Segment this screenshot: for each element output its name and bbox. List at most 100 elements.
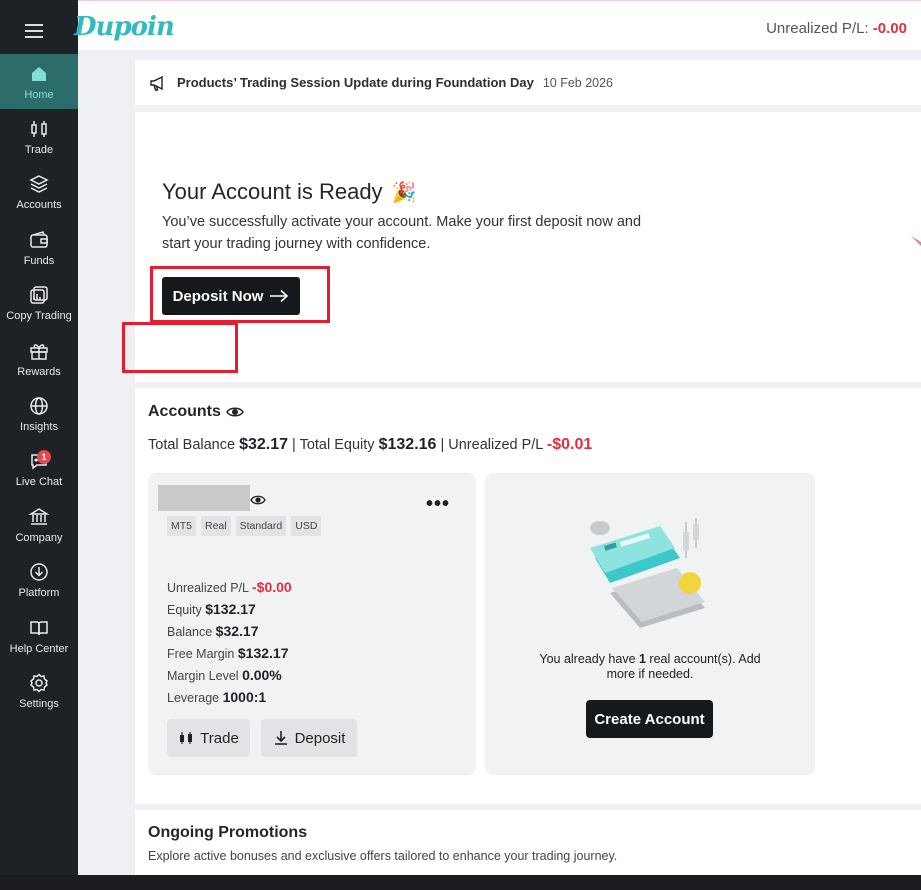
sidebar-item-label: Live Chat bbox=[15, 476, 63, 489]
gear-icon bbox=[30, 673, 48, 693]
account-ready-card: Your Account is Ready 🎉 You’ve successfu… bbox=[135, 112, 921, 382]
metric-label: Leverage bbox=[167, 691, 220, 705]
total-equity-value: $132.16 bbox=[378, 436, 437, 453]
create-account-button[interactable]: Create Account bbox=[586, 700, 713, 738]
metric-label: Margin Level bbox=[167, 669, 239, 683]
sidebar-item-insights[interactable]: Insights bbox=[0, 386, 78, 441]
sidebar-item-label: Company bbox=[15, 531, 63, 544]
accounts-title: Accounts bbox=[148, 403, 221, 420]
ready-heading: Your Account is Ready 🎉 bbox=[162, 179, 416, 205]
tag-plan: Standard bbox=[235, 516, 287, 536]
sidebar-item-label: Trade bbox=[24, 144, 54, 157]
highlight-outline bbox=[122, 322, 238, 373]
accounts-heading: Accounts bbox=[148, 403, 244, 421]
deposit-now-label: Deposit Now bbox=[172, 287, 264, 305]
account-tags: MT5 Real Standard USD bbox=[167, 516, 322, 536]
party-popper-icon: 🎉 bbox=[391, 181, 417, 204]
metric-unrealized: Unrealized P/L -$0.00 bbox=[167, 577, 292, 599]
metric-leverage: Leverage 1000:1 bbox=[167, 687, 292, 709]
more-options-icon[interactable]: ••• bbox=[426, 493, 450, 516]
download-icon bbox=[274, 731, 287, 745]
sidebar-item-label: Accounts bbox=[16, 199, 62, 212]
header-unrealized-pl: Unrealized P/L: -0.00 bbox=[766, 20, 907, 37]
account-card: ••• MT5 Real Standard USD Unrealized P/L… bbox=[148, 473, 476, 775]
sidebar-item-company[interactable]: Company bbox=[0, 497, 78, 552]
top-bar: Dupoin Unrealized P/L: -0.00 bbox=[74, 4, 921, 50]
metric-value: -$0.00 bbox=[252, 579, 292, 595]
sidebar-item-funds[interactable]: Funds bbox=[0, 220, 78, 275]
eye-icon[interactable] bbox=[226, 405, 244, 419]
announcement-title: Products’ Trading Session Update during … bbox=[177, 75, 534, 90]
trade-button[interactable]: Trade bbox=[167, 719, 250, 757]
sidebar-item-label: Platform bbox=[18, 587, 60, 600]
trading-journey-illustration bbox=[590, 518, 705, 628]
metric-margin-level: Margin Level 0.00% bbox=[167, 665, 292, 687]
metric-label: Free Margin bbox=[167, 647, 235, 661]
create-account-card: You already have 1 real account(s). Add … bbox=[485, 473, 815, 775]
sidebar-item-label: Copy Trading bbox=[6, 310, 72, 323]
metric-value: 1000:1 bbox=[222, 689, 267, 705]
deposit-button[interactable]: Deposit bbox=[261, 719, 357, 757]
candlestick-icon bbox=[31, 121, 47, 138]
sidebar-item-label: Help Center bbox=[9, 642, 69, 655]
accounts-section: Accounts Total Balance $32.17 | Total Eq… bbox=[135, 388, 921, 804]
account-count: 1 bbox=[639, 652, 646, 666]
sidebar-item-trade[interactable]: Trade bbox=[0, 109, 78, 164]
metric-balance: Balance $32.17 bbox=[167, 621, 292, 643]
sidebar-item-help-center[interactable]: Help Center bbox=[0, 608, 78, 663]
notification-badge: 1 bbox=[37, 449, 51, 464]
deposit-now-button[interactable]: Deposit Now bbox=[162, 277, 300, 315]
metric-label: Balance bbox=[167, 625, 213, 639]
total-unrealized-label: Unrealized P/L bbox=[448, 437, 543, 453]
sidebar-item-live-chat[interactable]: 1 Live Chat bbox=[0, 442, 78, 497]
account-metrics: Unrealized P/L -$0.00 Equity $132.17 Bal… bbox=[167, 577, 292, 709]
metric-free-margin: Free Margin $132.17 bbox=[167, 643, 292, 665]
sidebar-item-label: Insights bbox=[20, 421, 58, 434]
os-taskbar bbox=[0, 875, 921, 890]
sidebar-item-label: Funds bbox=[23, 254, 55, 267]
sidebar-item-settings[interactable]: Settings bbox=[0, 663, 78, 718]
announcement-bar[interactable]: Products’ Trading Session Update during … bbox=[135, 60, 921, 105]
metric-label: Unrealized P/L bbox=[167, 581, 249, 595]
total-balance-label: Total Balance bbox=[148, 437, 236, 453]
deposit-button-label: Deposit bbox=[294, 729, 346, 747]
tag-platform: MT5 bbox=[167, 516, 196, 536]
ready-title: Your Account is Ready bbox=[162, 179, 383, 204]
announcement-date: 10 Feb 2026 bbox=[542, 75, 614, 90]
hamburger-menu-icon[interactable] bbox=[20, 17, 48, 45]
arrow-right-icon bbox=[270, 289, 289, 303]
total-equity-label: Total Equity bbox=[299, 437, 375, 453]
account-name-redacted bbox=[158, 485, 250, 511]
metric-value: $32.17 bbox=[215, 623, 259, 639]
book-icon bbox=[30, 620, 48, 635]
bank-icon bbox=[28, 507, 50, 525]
eye-icon[interactable] bbox=[250, 494, 266, 506]
promotions-section: Ongoing Promotions Explore active bonuse… bbox=[135, 810, 921, 875]
home-icon bbox=[32, 66, 46, 81]
sidebar-item-rewards[interactable]: Rewards bbox=[0, 331, 78, 386]
layers-icon bbox=[29, 175, 49, 194]
total-unrealized-value: -$0.01 bbox=[546, 436, 593, 453]
sidebar-item-copy-trading[interactable]: Copy Trading bbox=[0, 276, 78, 331]
ready-description: You’ve successfully activate your accoun… bbox=[162, 214, 642, 252]
sidebar-item-accounts[interactable]: Accounts bbox=[0, 165, 78, 220]
accounts-totals: Total Balance $32.17 | Total Equity $132… bbox=[148, 436, 593, 453]
download-circle-icon bbox=[30, 563, 48, 581]
metric-value: 0.00% bbox=[242, 667, 282, 683]
globe-icon bbox=[30, 397, 48, 415]
promotions-title: Ongoing Promotions bbox=[148, 824, 308, 841]
metric-equity: Equity $132.17 bbox=[167, 599, 292, 621]
candlestick-icon bbox=[180, 732, 193, 744]
metric-label: Equity bbox=[167, 603, 202, 617]
brand-logo[interactable]: Dupoin bbox=[74, 12, 175, 42]
total-balance-value: $32.17 bbox=[239, 436, 289, 453]
header-unrealized-label: Unrealized P/L: bbox=[766, 20, 873, 37]
sidebar: Home Trade Accounts Funds Copy Trading R… bbox=[0, 0, 78, 875]
sidebar-item-label: Settings bbox=[19, 697, 59, 710]
sidebar-item-home[interactable]: Home bbox=[0, 54, 78, 110]
sidebar-item-platform[interactable]: Platform bbox=[0, 553, 78, 608]
header-unrealized-value: -0.00 bbox=[872, 20, 907, 37]
megaphone-icon bbox=[150, 75, 163, 91]
promotions-description: Explore active bonuses and exclusive off… bbox=[148, 849, 618, 863]
metric-value: $132.17 bbox=[205, 601, 256, 617]
